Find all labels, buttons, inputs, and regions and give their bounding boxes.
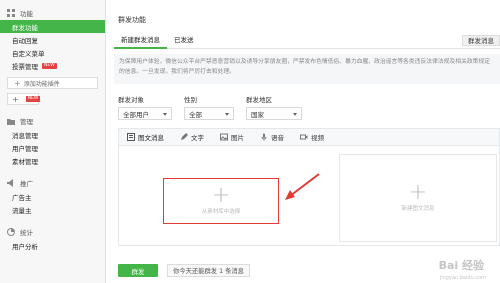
filter-bar: 群发对象 全部用户 性别 全部 群发地区 国家 (118, 94, 314, 120)
new-article-button[interactable]: + 新建图文消息 (339, 154, 497, 242)
sidebar-item-user-manage[interactable]: 用户管理 (0, 141, 105, 154)
filter-label: 群发地区 (246, 96, 272, 104)
tab-sent[interactable]: 已发送 (167, 34, 201, 49)
folder-icon (7, 117, 15, 125)
plus-icon: + (408, 180, 428, 205)
remaining-quota: 你今天还能群发 1 条消息 (167, 264, 250, 277)
sidebar-section-title: 功能 (20, 10, 33, 18)
editor-toolbar: 图文消息 文字 图片 语音 视频 (119, 129, 499, 146)
footer-actions: 群发 你今天还能群发 1 条消息 (118, 264, 250, 277)
annotation-arrow-icon (285, 173, 320, 200)
megaphone-icon (7, 179, 15, 187)
grid-icon (7, 9, 15, 17)
sidebar-item-message-manage[interactable]: 消息管理 (0, 128, 105, 141)
sidebar-section-promote: 推广 (0, 176, 105, 190)
filter-label: 性别 (184, 96, 197, 104)
send-button[interactable]: 群发 (118, 264, 158, 277)
filter-gender: 性别 全部 (184, 94, 234, 120)
watermark-url: jingyan.baidu.com (439, 275, 486, 281)
chevron-down-icon (163, 113, 167, 116)
sidebar-section-manage: 管理 (0, 114, 105, 128)
sidebar-item-user-analysis[interactable]: 用户分析 (0, 239, 105, 252)
tool-article[interactable]: 图文消息 (127, 132, 164, 142)
chevron-down-icon (225, 113, 229, 116)
gender-select[interactable]: 全部 (184, 107, 234, 120)
sidebar-section-title: 推广 (20, 180, 33, 188)
target-select[interactable]: 全部用户 (118, 107, 172, 120)
select-from-library-button[interactable]: + 从素材库中选择 (163, 178, 279, 224)
sidebar-section-title: 管理 (20, 118, 33, 126)
new-badge: NEW (25, 96, 41, 102)
sidebar-item-auto-reply[interactable]: 自动回复 (0, 33, 105, 46)
notice-banner: 为保障用户体验，微信公众平台严禁恶意营销以及诱导分享朋友圈，严禁发布色情低俗、暴… (114, 54, 500, 84)
chart-icon (7, 228, 15, 236)
sidebar-item-vote-manage[interactable]: 投票管理 NEW (0, 59, 105, 72)
tool-voice[interactable]: 语音 (260, 132, 284, 142)
region-select[interactable]: 国家 (246, 107, 302, 120)
new-article-label: 新建图文消息 (401, 206, 435, 212)
video-icon (300, 133, 308, 141)
tab-bar: 新建群发消息 已发送 群发消息 (114, 34, 500, 49)
page-title: 群发功能 (118, 16, 146, 24)
plus-icon: + (211, 183, 231, 208)
sidebar-section-features: 功能 (0, 6, 105, 20)
tool-text[interactable]: 文字 (180, 132, 204, 142)
filter-region: 群发地区 国家 (246, 94, 302, 120)
sidebar-item-publisher[interactable]: 流量主 (0, 203, 105, 216)
chevron-down-icon (293, 113, 297, 116)
filter-label: 群发对象 (118, 96, 144, 104)
sidebar-item-mass-send[interactable]: 群发功能 (0, 20, 105, 33)
tab-new-mass-message[interactable]: 新建群发消息 (114, 34, 167, 49)
article-icon (127, 133, 135, 141)
new-badge: NEW (42, 62, 57, 69)
add-plugin-button[interactable]: + 添加功能插件 (7, 77, 98, 89)
tool-video[interactable]: 视频 (300, 132, 324, 142)
plus-icon: + (12, 94, 19, 104)
sidebar-section-title: 统计 (20, 229, 33, 237)
plus-icon: + (14, 78, 21, 88)
filter-target: 群发对象 全部用户 (118, 94, 172, 120)
sidebar-item-advertiser[interactable]: 广告主 (0, 190, 105, 203)
small-add-button[interactable]: + NEW (7, 93, 41, 105)
tool-image[interactable]: 图片 (220, 132, 244, 142)
sidebar-section-stats: 统计 (0, 225, 105, 239)
pen-icon (180, 133, 188, 141)
main-content: 群发功能 新建群发消息 已发送 群发消息 为保障用户体验，微信公众平台严禁恶意营… (106, 0, 500, 283)
watermark-logo: Bai 经验 (438, 259, 484, 272)
mic-icon (260, 133, 268, 141)
sidebar: 功能 群发功能 自动回复 自定义菜单 投票管理 NEW + 添加功能插件 + NE… (0, 0, 106, 283)
sidebar-item-custom-menu[interactable]: 自定义菜单 (0, 46, 105, 59)
select-from-library-label: 从素材库中选择 (201, 209, 241, 215)
sidebar-item-material-manage[interactable]: 素材管理 (0, 154, 105, 167)
image-icon (220, 133, 228, 141)
mass-message-button[interactable]: 群发消息 (462, 35, 500, 46)
